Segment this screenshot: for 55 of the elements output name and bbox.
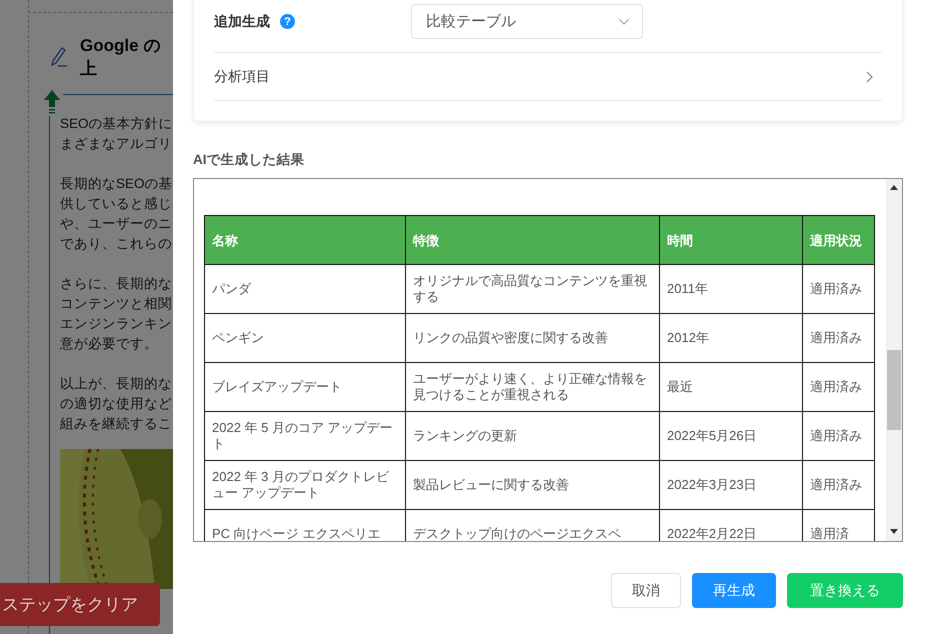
table-cell: オリジナルで高品質なコンテンツを重視する (406, 264, 660, 314)
table-cell: 適用済み (802, 460, 874, 510)
paragraph-line: 供していると感じ (60, 195, 173, 213)
paragraph-line: 意が必要です。 (60, 335, 159, 353)
paragraph-line: まざまなアルゴリ (60, 135, 173, 153)
help-icon[interactable]: ? (280, 14, 295, 29)
column-header: 特徴 (406, 216, 660, 264)
clear-steps-button[interactable]: ステップをクリア (0, 583, 160, 626)
table-cell: 適用済み (802, 362, 874, 412)
analysis-items-row[interactable]: 分析項目 (214, 53, 882, 101)
column-header: 名称 (204, 216, 406, 264)
table-cell: PC 向けページ エクスペリエ (204, 510, 406, 541)
column-header: 適用状況 (802, 216, 874, 264)
table-cell: ペンギン (204, 314, 406, 362)
scroll-up-icon[interactable] (890, 185, 898, 191)
article-heading: Google の 上 (80, 35, 160, 80)
table-cell: 最近 (660, 362, 802, 412)
table-cell: 2022年5月26日 (660, 412, 802, 460)
chevron-down-icon (618, 18, 630, 26)
table-cell: ランキングの更新 (406, 412, 660, 460)
column-header: 時間 (660, 216, 802, 264)
table-cell: パンダ (204, 264, 406, 314)
table-cell: 適用済み (802, 264, 874, 314)
paragraph-line: 以上が、長期的な (60, 375, 173, 393)
up-arrow-icon[interactable] (43, 89, 61, 115)
footer-button[interactable]: 取消 (611, 573, 681, 608)
paragraph-line: の適切な使用など (60, 395, 173, 413)
paragraph-line: SEOの基本方針に (60, 115, 173, 133)
select-field[interactable]: 比較テーブル (411, 4, 643, 39)
table-cell: 2022 年 5 月のコア アップデート (204, 412, 406, 460)
scrollbar-thumb[interactable] (887, 350, 901, 430)
footer-button[interactable]: 再生成 (692, 573, 776, 608)
scrollbar[interactable] (886, 179, 902, 541)
chevron-right-icon (866, 70, 874, 82)
paragraph-line: エンジンランキン (60, 315, 173, 333)
paragraph-line: であり、これらの (60, 235, 173, 253)
paragraph-line: さらに、長期的な (60, 275, 173, 293)
scroll-down-icon[interactable] (890, 529, 898, 535)
table-cell: 適用済み (802, 412, 874, 460)
paragraph-line: コンテンツと相関 (60, 295, 173, 313)
section-title: AIで生成した結果 (193, 151, 306, 169)
table-cell: リンクの品質や密度に関する改善 (406, 314, 660, 362)
paragraph-line: 組みを継続するこ (60, 415, 173, 433)
table-cell: ブレイズアップデート (204, 362, 406, 412)
table-cell: 2011年 (660, 264, 802, 314)
paragraph-line: や、ユーザーのニ (60, 215, 173, 233)
pencil-icon[interactable] (50, 45, 68, 67)
table-cell: 2012年 (660, 314, 802, 362)
paragraph-line: 長期的なSEOの基 (60, 175, 173, 193)
table-cell: 適用済み (802, 314, 874, 362)
field-label: 追加生成 (214, 12, 270, 30)
table-cell: 2022年3月23日 (660, 460, 802, 510)
table-cell: 製品レビューに関する改善 (406, 460, 660, 510)
table-cell: 2022 年 3 月のプロダクトレビュー アップデート (204, 460, 406, 510)
table-cell: ユーザーがより速く、より正確な情報を見つけることが重視される (406, 362, 660, 412)
